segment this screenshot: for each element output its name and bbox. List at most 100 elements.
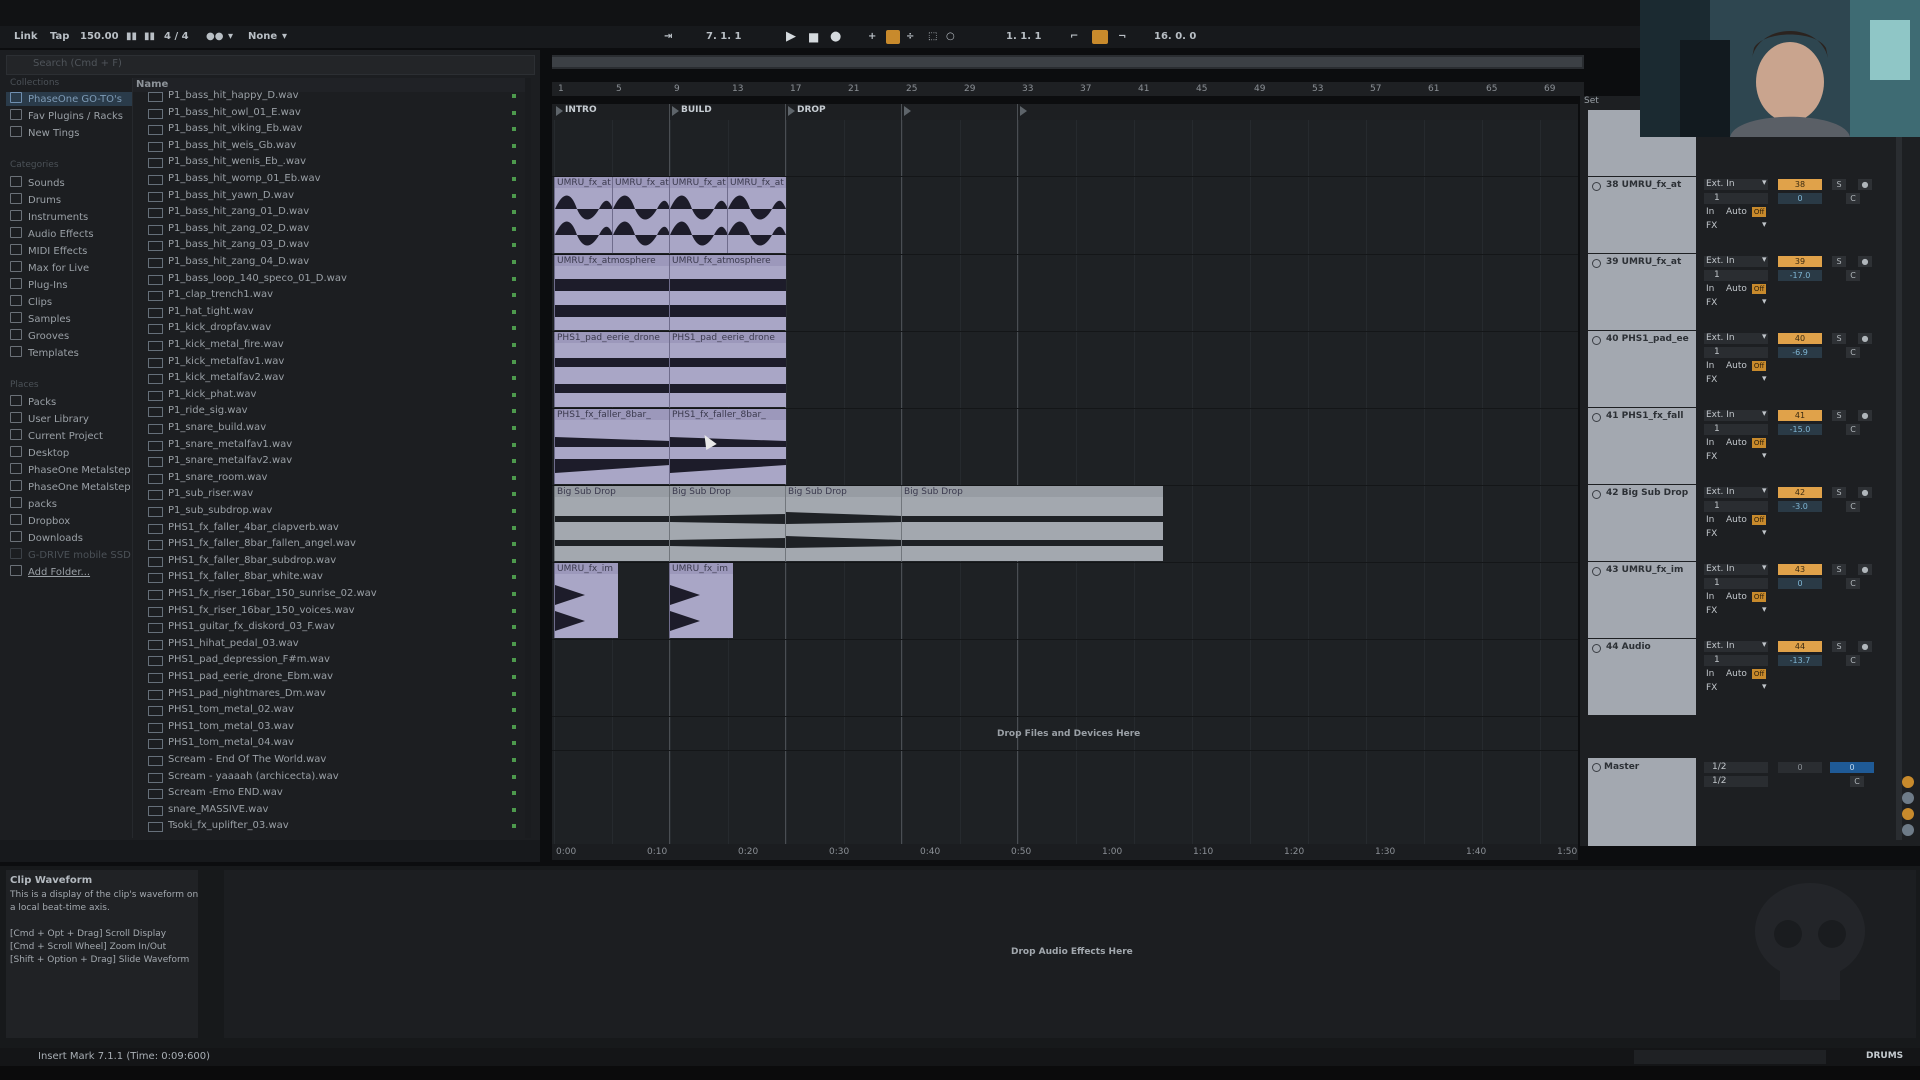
punch-in-icon[interactable]: ⌐ (1070, 26, 1078, 48)
monitor-in-button[interactable]: In (1706, 284, 1714, 294)
track-pan[interactable]: C (1846, 501, 1860, 512)
file-list-item[interactable]: PHS1_fx_riser_16bar_150_sunrise_02.wav (148, 586, 518, 603)
monitor-off-button[interactable]: Off (1752, 361, 1766, 371)
monitor-in-button[interactable]: In (1706, 669, 1714, 679)
sidebar-item-place[interactable]: PhaseOne Metalstep (10, 480, 131, 494)
monitor-off-button[interactable]: Off (1752, 515, 1766, 525)
loop-start-field[interactable]: 1. 1. 1 (1006, 26, 1041, 48)
file-list-item[interactable]: PHS1_pad_nightmares_Dm.wav (148, 686, 518, 703)
track-pan[interactable]: C (1846, 655, 1860, 666)
audio-clip[interactable]: PHS1_fx_faller_8bar_ (554, 409, 670, 484)
sidebar-item-place[interactable]: Dropbox (10, 514, 70, 528)
solo-button[interactable]: S (1832, 179, 1846, 190)
audio-clip[interactable]: PHS1_fx_faller_8bar_ (669, 409, 786, 484)
fx-chain-select[interactable]: FX (1706, 221, 1717, 231)
tempo-field[interactable]: 150.00 (80, 26, 119, 48)
chevron-down-icon[interactable]: ▾ (228, 26, 233, 48)
audio-clip[interactable]: UMRU_fx_im (669, 563, 733, 638)
monitor-off-button[interactable]: Off (1752, 592, 1766, 602)
file-list-item[interactable]: Scream - yaaaah (archicecta).wav (148, 769, 518, 786)
file-list-item[interactable]: Scream - End Of The World.wav (148, 752, 518, 769)
tap-button[interactable]: Tap (50, 26, 69, 48)
audio-clip[interactable]: UMRU_fx_at (612, 177, 670, 253)
track-activator-button[interactable]: 40 (1778, 333, 1822, 344)
solo-button[interactable]: S (1832, 333, 1846, 344)
master-volume[interactable]: 0 (1830, 762, 1874, 773)
chevron-down-icon[interactable]: ▾ (1762, 682, 1767, 692)
monitor-in-button[interactable]: In (1706, 207, 1714, 217)
file-list-item[interactable]: Scream -Emo END.wav (148, 785, 518, 802)
monitor-auto-button[interactable]: Auto (1726, 361, 1747, 371)
track-volume[interactable]: -15.0 (1778, 424, 1822, 435)
file-list-item[interactable]: PHS1_guitar_fx_diskord_03_F.wav (148, 619, 518, 636)
file-list-item[interactable]: PHS1_fx_faller_8bar_subdrop.wav (148, 553, 518, 570)
solo-button[interactable]: S (1832, 410, 1846, 421)
fold-icon[interactable] (1592, 763, 1601, 772)
track-activator-button[interactable]: 43 (1778, 564, 1822, 575)
file-list-item[interactable]: P1_bass_hit_womp_01_Eb.wav (148, 171, 518, 188)
track-pan[interactable]: C (1846, 347, 1860, 358)
time-signature[interactable]: 4 / 4 (164, 26, 189, 48)
chevron-down-icon[interactable]: ▾ (1762, 451, 1767, 461)
sidebar-item-collection[interactable]: PhaseOne GO-TO's (6, 92, 132, 106)
audio-clip[interactable]: UMRU_fx_atmosphere (669, 255, 786, 330)
arm-button[interactable]: ● (1858, 333, 1872, 344)
locator-build[interactable]: BUILD (681, 105, 712, 115)
track-activator-button[interactable]: 39 (1778, 256, 1822, 267)
sidebar-item-place[interactable]: G-DRIVE mobile SSD (10, 548, 131, 562)
file-list-item[interactable]: P1_bass_hit_owl_01_E.wav (148, 105, 518, 122)
loop-switch-icon[interactable] (1092, 30, 1108, 44)
sidebar-item-plug-ins[interactable]: Plug-Ins (10, 278, 68, 292)
sidebar-item-place[interactable]: User Library (10, 412, 89, 426)
sidebar-item-midi-effects[interactable]: MIDI Effects (10, 244, 87, 258)
file-list-item[interactable]: P1_bass_hit_yawn_D.wav (148, 188, 518, 205)
audio-clip[interactable]: PHS1_pad_eerie_drone (669, 332, 786, 407)
monitor-in-button[interactable]: In (1706, 515, 1714, 525)
file-list-item[interactable]: P1_bass_hit_weis_Gb.wav (148, 138, 518, 155)
fx-chain-select[interactable]: FX (1706, 298, 1717, 308)
track-volume[interactable]: -17.0 (1778, 270, 1822, 281)
track-pan[interactable]: C (1846, 193, 1860, 204)
follow-arrow-icon[interactable]: ⇥ (664, 26, 672, 48)
file-list-item[interactable]: P1_sub_riser.wav (148, 486, 518, 503)
fold-icon[interactable] (1592, 336, 1601, 345)
file-list-item[interactable]: P1_bass_loop_140_speco_01_D.wav (148, 271, 518, 288)
follow-icon[interactable]: ●● (206, 26, 223, 48)
track-activator-button[interactable]: 44 (1778, 641, 1822, 652)
track-volume[interactable]: -3.0 (1778, 501, 1822, 512)
fx-chain-select[interactable]: FX (1706, 606, 1717, 616)
track-volume[interactable]: 0 (1778, 578, 1822, 589)
solo-button[interactable]: S (1832, 256, 1846, 267)
audio-clip[interactable]: Big Sub Drop (785, 486, 902, 561)
song-position[interactable]: 7. 1. 1 (706, 26, 741, 48)
chevron-down-icon[interactable]: ▾ (1762, 640, 1767, 650)
monitor-off-button[interactable]: Off (1752, 284, 1766, 294)
quantize-select[interactable]: None (248, 26, 277, 48)
session-record-icon[interactable]: ⬚ (928, 26, 937, 48)
sidebar-item-place[interactable]: PhaseOne Metalstep (10, 463, 131, 477)
chevron-down-icon[interactable]: ▾ (1762, 178, 1767, 188)
file-list-item[interactable]: P1_kick_metalfav2.wav (148, 370, 518, 387)
locator-flag-icon[interactable] (556, 106, 563, 116)
track-activator-button[interactable]: 42 (1778, 487, 1822, 498)
record-icon[interactable]: ● (830, 26, 841, 48)
file-list-item[interactable]: P1_bass_hit_happy_D.wav (148, 88, 518, 105)
chevron-down-icon[interactable]: ▾ (282, 26, 287, 48)
arm-button[interactable]: ● (1858, 410, 1872, 421)
sidebar-item-place[interactable]: Current Project (10, 429, 103, 443)
file-list-item[interactable]: PHS1_fx_faller_8bar_white.wav (148, 569, 518, 586)
metronome-icon[interactable]: ▮▮ (126, 26, 137, 48)
loop-icon[interactable]: ○ (946, 26, 955, 48)
file-list-item[interactable]: P1_kick_metal_fire.wav (148, 337, 518, 354)
sidebar-item-collection[interactable]: Fav Plugins / Racks (10, 109, 123, 123)
play-icon[interactable]: ▶ (786, 26, 796, 48)
locator-flag-icon[interactable] (1020, 106, 1027, 116)
add-folder-button[interactable]: Add Folder... (10, 565, 90, 579)
stop-icon[interactable]: ■ (808, 26, 819, 48)
monitor-auto-button[interactable]: Auto (1726, 515, 1747, 525)
monitor-in-button[interactable]: In (1706, 438, 1714, 448)
sidebar-item-place[interactable]: packs (10, 497, 57, 511)
punch-out-icon[interactable]: ¬ (1118, 26, 1126, 48)
file-list-item[interactable]: P1_bass_hit_zang_01_D.wav (148, 204, 518, 221)
audio-clip[interactable]: UMRU_fx_im (554, 563, 618, 638)
